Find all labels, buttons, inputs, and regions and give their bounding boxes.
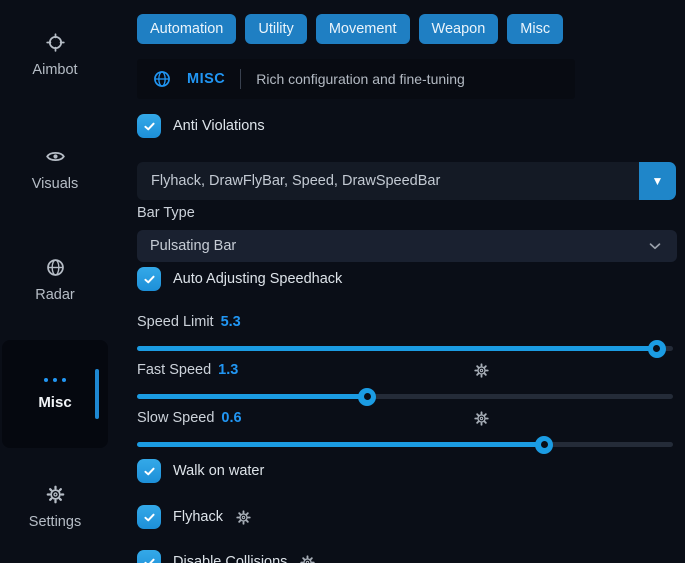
active-indicator-bar	[95, 369, 99, 419]
crosshair-icon	[45, 32, 66, 53]
flyhack-checkbox[interactable]	[137, 505, 161, 529]
sidebar-item-label: Aimbot	[32, 62, 77, 78]
fast-speed-label: Fast Speed	[137, 362, 211, 378]
slider-fill	[137, 394, 367, 399]
cheat-menu-window: Aimbot Visuals Radar Misc Settings Autom…	[0, 0, 685, 563]
bar-type-value: Pulsating Bar	[150, 238, 646, 254]
walk-on-water-row: Walk on water	[137, 459, 264, 483]
check-icon	[142, 272, 157, 287]
tab-automation[interactable]: Automation	[137, 14, 236, 44]
sidebar-item-settings[interactable]: Settings	[0, 484, 110, 530]
slider-thumb[interactable]	[358, 388, 376, 406]
bar-options-dropdown-button[interactable]: ▼	[639, 162, 676, 200]
globe-icon	[152, 69, 172, 89]
slider-fill	[137, 346, 657, 351]
eye-icon	[45, 146, 66, 167]
anti-violations-row: Anti Violations	[137, 114, 265, 138]
triangle-down-icon: ▼	[652, 174, 664, 188]
anti-violations-label: Anti Violations	[173, 118, 265, 134]
sidebar-item-radar[interactable]: Radar	[0, 257, 110, 303]
fast-speed-value: 1.3	[218, 362, 238, 378]
fast-speed-label-row: Fast Speed 1.3	[137, 362, 238, 378]
chevron-down-icon	[646, 237, 664, 255]
fast-speed-slider[interactable]	[137, 387, 673, 405]
disable-collisions-gear-icon[interactable]	[299, 554, 316, 563]
walk-on-water-checkbox[interactable]	[137, 459, 161, 483]
sidebar-item-label: Settings	[29, 514, 81, 530]
auto-adjusting-speedhack-label: Auto Adjusting Speedhack	[173, 271, 342, 287]
check-icon	[142, 510, 157, 525]
gear-icon	[45, 484, 66, 505]
disable-collisions-checkbox[interactable]	[137, 550, 161, 563]
tab-utility[interactable]: Utility	[245, 14, 306, 44]
slow-speed-label-row: Slow Speed 0.6	[137, 410, 242, 426]
speed-limit-value: 5.3	[221, 314, 241, 330]
bar-type-label: Bar Type	[137, 205, 195, 221]
anti-violations-checkbox[interactable]	[137, 114, 161, 138]
disable-collisions-label: Disable Collisions	[173, 554, 287, 563]
slider-thumb[interactable]	[648, 340, 666, 358]
sidebar-item-misc-active[interactable]: Misc	[2, 340, 108, 448]
section-header: MISC Rich configuration and fine-tuning	[137, 59, 575, 99]
fast-speed-gear-icon[interactable]	[473, 362, 490, 379]
slow-speed-gear-icon[interactable]	[473, 410, 490, 427]
check-icon	[142, 119, 157, 134]
sidebar-item-aimbot[interactable]: Aimbot	[0, 32, 110, 78]
slider-fill	[137, 442, 544, 447]
check-icon	[142, 464, 157, 479]
globe-icon	[45, 257, 66, 278]
check-icon	[142, 555, 157, 563]
tab-movement[interactable]: Movement	[316, 14, 410, 44]
sidebar-item-visuals[interactable]: Visuals	[0, 146, 110, 192]
flyhack-row: Flyhack	[137, 505, 252, 529]
slider-thumb[interactable]	[535, 436, 553, 454]
flyhack-label: Flyhack	[173, 509, 223, 525]
speed-limit-label-row: Speed Limit 5.3	[137, 314, 241, 330]
walk-on-water-label: Walk on water	[173, 463, 264, 479]
auto-adjusting-speedhack-checkbox[interactable]	[137, 267, 161, 291]
section-title: MISC	[187, 71, 225, 87]
tab-misc[interactable]: Misc	[507, 14, 563, 44]
bar-type-select[interactable]: Pulsating Bar	[137, 230, 677, 262]
auto-adjusting-speedhack-row: Auto Adjusting Speedhack	[137, 267, 342, 291]
category-tabs: Automation Utility Movement Weapon Misc	[137, 14, 563, 44]
divider	[240, 69, 241, 89]
sidebar-item-label: Visuals	[32, 176, 78, 192]
speed-limit-label: Speed Limit	[137, 314, 214, 330]
slow-speed-value: 0.6	[221, 410, 241, 426]
sidebar-item-label: Misc	[38, 394, 71, 411]
main-panel: Automation Utility Movement Weapon Misc …	[137, 0, 677, 563]
disable-collisions-row: Disable Collisions	[137, 550, 316, 563]
bar-options-value[interactable]: Flyhack, DrawFlyBar, Speed, DrawSpeedBar	[137, 162, 639, 200]
flyhack-gear-icon[interactable]	[235, 509, 252, 526]
sidebar: Aimbot Visuals Radar Misc Settings	[0, 0, 112, 563]
bar-options-multiselect: Flyhack, DrawFlyBar, Speed, DrawSpeedBar…	[137, 162, 676, 200]
ellipsis-icon	[44, 378, 66, 382]
speed-limit-slider[interactable]	[137, 339, 673, 357]
section-subtitle: Rich configuration and fine-tuning	[256, 71, 465, 87]
slow-speed-label: Slow Speed	[137, 410, 214, 426]
slow-speed-slider[interactable]	[137, 435, 673, 453]
tab-weapon[interactable]: Weapon	[419, 14, 499, 44]
sidebar-item-label: Radar	[35, 287, 75, 303]
